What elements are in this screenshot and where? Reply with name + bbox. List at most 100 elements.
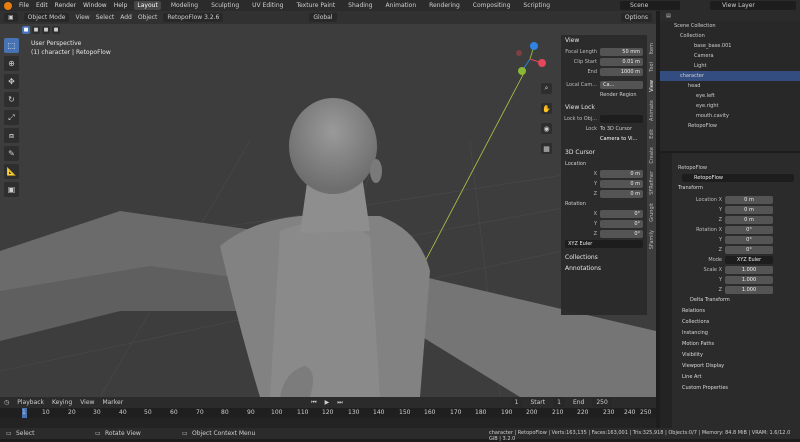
scene-selector[interactable]: Scene [620,1,680,10]
scale-tool-icon[interactable]: ⤢ [4,110,19,125]
mode-dropdown[interactable]: Object Mode [23,13,70,22]
sidebar-tab-grungit[interactable]: Grungit [649,203,655,222]
select-mode-invert-icon[interactable]: ■ [52,26,60,34]
delta-transform-panel[interactable]: Delta Transform [660,295,800,306]
panel-header-collections[interactable]: Collections [561,252,647,263]
workspace-tab-scripting[interactable]: Scripting [520,1,553,10]
viewport-menu-select[interactable]: Select [96,14,115,21]
viewport-menu-add[interactable]: Add [120,14,132,21]
outliner-row-mouth-cavity[interactable]: mouth.cavity [660,111,800,121]
cursor-loc-y-field[interactable]: 0 m [600,179,643,188]
menu-file[interactable]: File [19,2,29,9]
location-y-field[interactable]: 0 m [725,205,773,214]
sidebar-tab-view[interactable]: View [649,80,655,92]
render-region-checkbox[interactable]: Render Region [600,92,637,98]
outliner-row-eye-left[interactable]: eye.left [660,91,800,101]
workspace-tab-layout[interactable]: Layout [134,1,161,10]
transform-tool-icon[interactable]: ⧈ [4,128,19,143]
object-name-field[interactable]: RetopoFlow [682,173,794,182]
play-icon[interactable]: ▶ [325,399,330,406]
cursor-loc-x-field[interactable]: 0 m [600,169,643,178]
panel-header-view-lock[interactable]: View Lock [561,102,647,113]
to-3d-cursor-checkbox[interactable]: To 3D Cursor [600,126,632,132]
jump-start-icon[interactable]: ⏮ [311,399,316,407]
select-box-tool-icon[interactable]: ⬚ [4,38,19,53]
menu-help[interactable]: Help [114,2,128,9]
rotation-mode-dropdown[interactable]: XYZ Euler [725,255,773,264]
rotation-z-field[interactable]: 0° [725,245,773,254]
sidebar-tab-item[interactable]: Item [649,43,655,54]
menu-render[interactable]: Render [55,2,76,9]
collections-panel[interactable]: Collections [660,317,800,328]
line-art-panel[interactable]: Line Art [660,372,800,383]
navigation-gizmo[interactable] [512,41,548,81]
sidebar-tab-sfamily[interactable]: SFamily [649,230,655,249]
move-tool-icon[interactable]: ✥ [4,74,19,89]
annotate-tool-icon[interactable]: ✎ [4,146,19,161]
timeline-ruler[interactable]: 1 10 20 30 40 50 60 70 80 90 100 110 120… [0,408,656,418]
cursor-rot-z-field[interactable]: 0° [600,229,643,238]
workspace-tab-texture-paint[interactable]: Texture Paint [293,1,338,10]
add-cube-tool-icon[interactable]: ▣ [4,182,19,197]
menu-window[interactable]: Window [83,2,107,9]
viewport-menu-view[interactable]: View [75,14,89,21]
select-mode-subtract-icon[interactable]: ■ [42,26,50,34]
camera-view-icon[interactable]: ◉ [541,123,552,134]
clip-start-field[interactable]: 0.01 m [600,57,643,66]
workspace-tab-modeling[interactable]: Modeling [168,1,201,10]
end-frame-field[interactable]: 250 [592,398,612,407]
sidebar-tab-sfrefiner[interactable]: SFRefiner [649,171,655,195]
outliner-row-head[interactable]: head [660,81,800,91]
focal-length-field[interactable]: 50 mm [600,47,643,56]
scale-x-field[interactable]: 1.000 [725,265,773,274]
local-camera-field[interactable]: Ca... [600,80,643,89]
select-mode-extend-icon[interactable]: ■ [32,26,40,34]
timeline-menu-playback[interactable]: Playback [17,399,44,406]
transform-panel-header[interactable]: Transform [660,183,800,194]
cursor-loc-z-field[interactable]: 0 m [600,189,643,198]
menu-edit[interactable]: Edit [36,2,48,9]
outliner-row-collection[interactable]: Collection [660,31,800,41]
perspective-toggle-icon[interactable]: ▦ [541,143,552,154]
workspace-tab-animation[interactable]: Animation [383,1,420,10]
viewport-menu-object[interactable]: Object [138,14,158,21]
workspace-tab-rendering[interactable]: Rendering [426,1,463,10]
workspace-tab-compositing[interactable]: Compositing [470,1,514,10]
sidebar-tab-animate[interactable]: Animate [649,100,655,121]
scene-collection-row[interactable]: Scene Collection [660,21,800,31]
outliner-row-retopoflow[interactable]: RetopoFlow [660,121,800,131]
outliner-row-light[interactable]: Light [660,61,800,71]
sidebar-tab-edit[interactable]: Edit [649,129,655,139]
zoom-icon[interactable]: ⌕ [541,83,552,94]
cursor-rot-x-field[interactable]: 0° [600,209,643,218]
current-frame-field[interactable]: 1 [510,398,523,407]
jump-end-icon[interactable]: ⏭ [337,399,342,407]
lock-to-object-field[interactable] [600,114,643,123]
visibility-panel[interactable]: Visibility [660,350,800,361]
retopoflow-menu[interactable]: RetopoFlow 3.2.6 [163,13,224,22]
motion-paths-panel[interactable]: Motion Paths [660,339,800,350]
viewport-display-panel[interactable]: Viewport Display [660,361,800,372]
scale-y-field[interactable]: 1.000 [725,275,773,284]
relations-panel[interactable]: Relations [660,306,800,317]
panel-header-view[interactable]: View [561,35,647,46]
select-mode-set-icon[interactable]: ■ [22,26,30,34]
rotation-y-field[interactable]: 0° [725,235,773,244]
cursor-tool-icon[interactable]: ⊕ [4,56,19,71]
pan-hand-icon[interactable]: ✋ [541,103,552,114]
rotate-tool-icon[interactable]: ↻ [4,92,19,107]
view-layer-selector[interactable]: View Layer [710,1,796,10]
cursor-rot-y-field[interactable]: 0° [600,219,643,228]
measure-tool-icon[interactable]: 📐 [4,164,19,179]
cursor-rotation-mode-dropdown[interactable]: XYZ Euler [565,239,643,248]
blender-logo-icon[interactable] [4,1,12,10]
outliner-row-character[interactable]: character [660,71,800,81]
workspace-tab-shading[interactable]: Shading [345,1,375,10]
panel-header-annotations[interactable]: Annotations [561,263,647,274]
clip-end-field[interactable]: 1000 m [600,67,643,76]
custom-properties-panel[interactable]: Custom Properties [660,383,800,394]
timeline-menu-view[interactable]: View [80,399,94,406]
location-z-field[interactable]: 0 m [725,215,773,224]
outliner-row-camera[interactable]: Camera [660,51,800,61]
timeline-menu-marker[interactable]: Marker [102,399,123,406]
